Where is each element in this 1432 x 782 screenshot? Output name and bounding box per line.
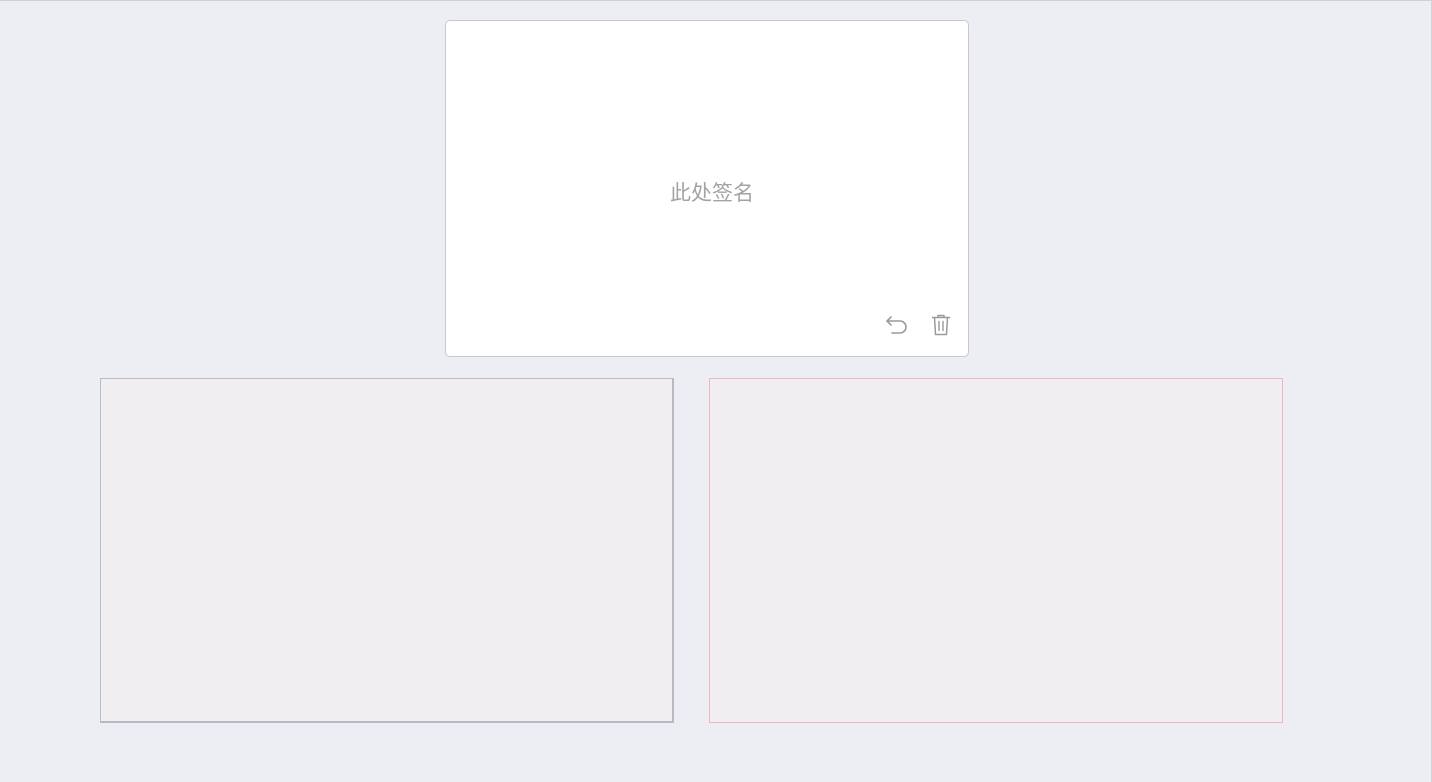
signature-placeholder: 此处签名 <box>670 181 754 205</box>
signature-preview-left <box>100 378 674 723</box>
signature-pad[interactable]: 此处签名 <box>445 20 969 357</box>
undo-button[interactable] <box>884 312 910 338</box>
clear-button[interactable] <box>928 312 954 338</box>
signature-preview-right <box>709 378 1283 723</box>
signature-toolbar <box>884 312 954 338</box>
undo-icon <box>885 314 909 336</box>
trash-icon <box>931 314 951 336</box>
